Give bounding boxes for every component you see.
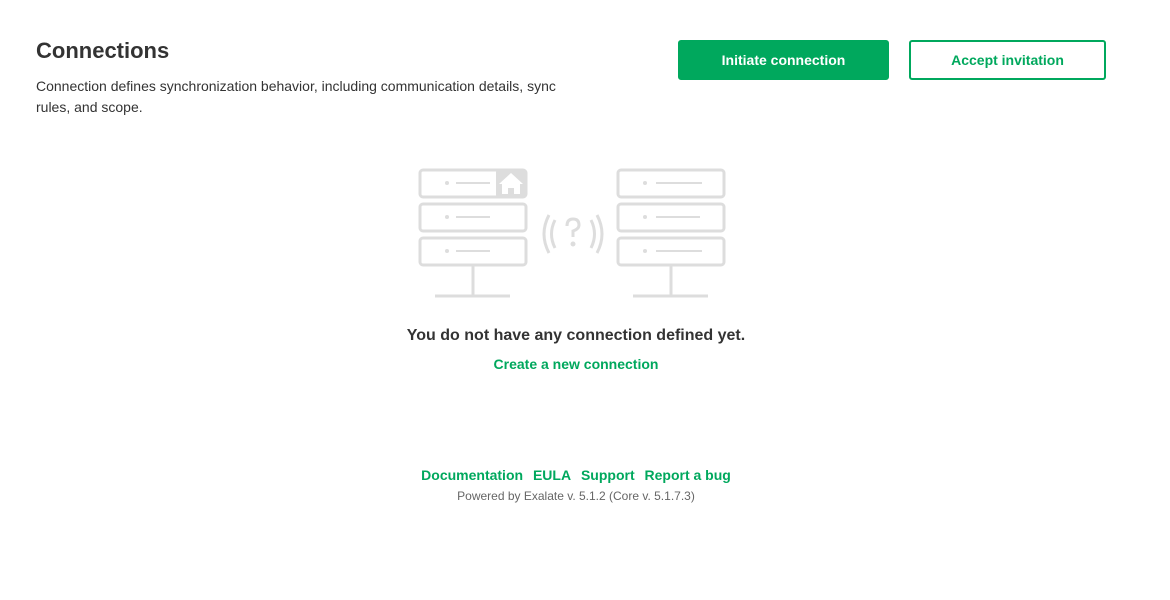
powered-by-text: Powered by Exalate v. 5.1.2 (Core v. 5.1… [457, 489, 695, 503]
connections-page: Connections Connection defines synchroni… [0, 0, 1170, 600]
initiate-connection-button[interactable]: Initiate connection [678, 40, 889, 80]
support-link[interactable]: Support [581, 467, 635, 483]
accept-invitation-button[interactable]: Accept invitation [909, 40, 1106, 80]
page-title: Connections [36, 38, 170, 63]
servers-connection-question-icon [418, 168, 726, 298]
page-description: Connection defines synchronization behav… [36, 78, 556, 115]
create-connection-link[interactable]: Create a new connection [0, 356, 1152, 372]
report-bug-link[interactable]: Report a bug [645, 467, 731, 483]
page-header: Connections Connection defines synchroni… [36, 38, 576, 118]
documentation-link[interactable]: Documentation [421, 467, 523, 483]
footer-links: Documentation EULA Support Report a bug [0, 467, 1152, 483]
empty-state-message: You do not have any connection defined y… [406, 327, 746, 344]
eula-link[interactable]: EULA [533, 467, 571, 483]
